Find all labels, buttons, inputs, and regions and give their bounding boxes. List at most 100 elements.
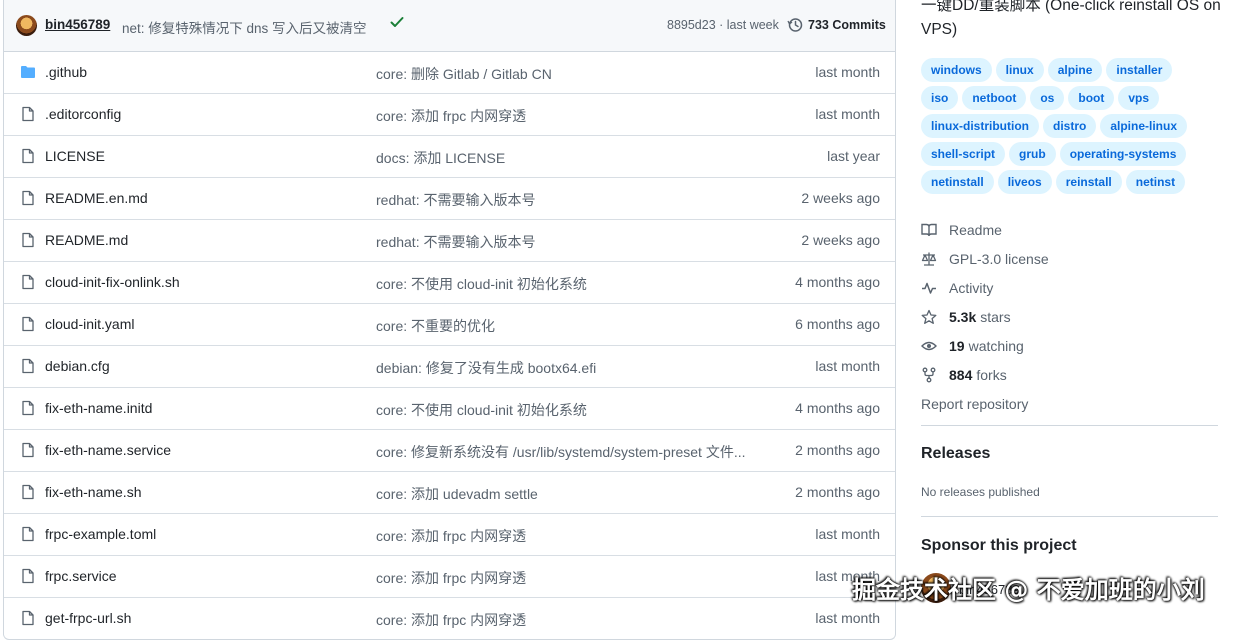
file-row[interactable]: README.md redhat: 不需要输入版本号 2 weeks ago bbox=[4, 220, 895, 262]
file-icon bbox=[22, 106, 34, 122]
topic-tag[interactable]: netinstall bbox=[921, 170, 994, 194]
latest-commit-bar: bin456789 net: 修复特殊情况下 dns 写入后又被清空 8895d… bbox=[4, 0, 895, 52]
topic-tag[interactable]: shell-script bbox=[921, 142, 1006, 166]
sponsor-heading: Sponsor this project bbox=[921, 537, 1077, 554]
check-icon[interactable] bbox=[389, 14, 405, 30]
file-row[interactable]: debian.cfg debian: 修复了没有生成 bootx64.efi las… bbox=[4, 346, 895, 388]
file-row[interactable]: .github core: 删除 Gitlab / Gitlab CN last m… bbox=[4, 52, 895, 94]
file-icon bbox=[22, 442, 34, 458]
file-commit-message-link[interactable]: core: 不使用 cloud-init 初始化系统 bbox=[376, 274, 587, 294]
file-commit-message-link[interactable]: docs: 添加 LICENSE bbox=[376, 148, 505, 168]
commit-message-link[interactable]: net: 修复特殊情况下 dns 写入后又被清空 bbox=[122, 17, 367, 37]
author-avatar[interactable] bbox=[16, 15, 37, 36]
file-icon bbox=[22, 148, 34, 164]
file-name-link[interactable]: fix-eth-name.sh bbox=[45, 484, 141, 500]
topic-tag[interactable]: netinst bbox=[1125, 170, 1186, 194]
file-row[interactable]: frpc.service core: 添加 frpc 内网穿透 last month bbox=[4, 556, 895, 598]
commit-author-link[interactable]: bin456789 bbox=[45, 17, 110, 32]
topic-tag[interactable]: reinstall bbox=[1055, 170, 1122, 194]
file-name-link[interactable]: LICENSE bbox=[45, 148, 105, 164]
file-row[interactable]: fix-eth-name.sh core: 添加 udevadm settle 2 … bbox=[4, 472, 895, 514]
file-name-link[interactable]: fix-eth-name.service bbox=[45, 442, 171, 458]
file-commit-message-link[interactable]: core: 删除 Gitlab / Gitlab CN bbox=[376, 64, 552, 84]
file-name-link[interactable]: README.en.md bbox=[45, 190, 148, 206]
releases-heading[interactable]: Releases bbox=[921, 445, 990, 463]
forks-link[interactable]: 884 forks bbox=[921, 360, 1049, 389]
topic-tag[interactable]: distro bbox=[1043, 114, 1097, 138]
eye-icon bbox=[921, 341, 937, 350]
topic-tag[interactable]: operating-systems bbox=[1059, 142, 1187, 166]
topic-tag[interactable]: linux-distribution bbox=[921, 114, 1039, 138]
file-commit-message-link[interactable]: redhat: 不需要输入版本号 bbox=[376, 190, 535, 210]
file-row[interactable]: README.en.md redhat: 不需要输入版本号 2 weeks ago bbox=[4, 178, 895, 220]
file-row[interactable]: frpc-example.toml core: 添加 frpc 内网穿透 last … bbox=[4, 514, 895, 556]
file-commit-message-link[interactable]: core: 添加 frpc 内网穿透 bbox=[376, 106, 526, 126]
file-commit-date: 4 months ago bbox=[795, 274, 880, 290]
forks-count: 884 bbox=[949, 366, 973, 383]
topic-tag[interactable]: os bbox=[1030, 86, 1065, 110]
file-row[interactable]: cloud-init-fix-onlink.sh core: 不使用 cloud-… bbox=[4, 262, 895, 304]
commits-count-link[interactable]: 733 Commits bbox=[808, 18, 886, 32]
file-commit-date: last year bbox=[827, 148, 880, 164]
file-name-link[interactable]: .editorconfig bbox=[45, 106, 121, 122]
file-commit-message-link[interactable]: core: 添加 frpc 内网穿透 bbox=[376, 568, 526, 588]
commit-hash-time[interactable]: 8895d23 · last week bbox=[667, 18, 779, 32]
topic-tag[interactable]: iso bbox=[921, 86, 959, 110]
file-row[interactable]: .editorconfig core: 添加 frpc 内网穿透 last mont… bbox=[4, 94, 895, 136]
topic-tag[interactable]: grub bbox=[1009, 142, 1056, 166]
file-row[interactable]: LICENSE docs: 添加 LICENSE last year bbox=[4, 136, 895, 178]
stars-link[interactable]: 5.3k stars bbox=[921, 302, 1049, 331]
file-browser: bin456789 net: 修复特殊情况下 dns 写入后又被清空 8895d… bbox=[3, 0, 896, 640]
topic-tag[interactable]: windows bbox=[921, 58, 992, 82]
repo-meta-list: Readme GPL-3.0 license Activity 5.3k sta… bbox=[921, 215, 1049, 418]
file-name-link[interactable]: get-frpc-url.sh bbox=[45, 610, 131, 626]
topic-tag[interactable]: liveos bbox=[997, 170, 1052, 194]
file-icon bbox=[22, 568, 34, 584]
file-row[interactable]: fix-eth-name.initd core: 不使用 cloud-init 初… bbox=[4, 388, 895, 430]
topic-tag[interactable]: installer bbox=[1106, 58, 1173, 82]
file-commit-message-link[interactable]: redhat: 不需要输入版本号 bbox=[376, 232, 535, 252]
file-commit-message-link[interactable]: core: 不使用 cloud-init 初始化系统 bbox=[376, 400, 587, 420]
file-name-link[interactable]: cloud-init-fix-onlink.sh bbox=[45, 274, 180, 290]
forks-label: forks bbox=[976, 366, 1007, 383]
report-repository-link[interactable]: Report repository bbox=[921, 389, 1049, 418]
topic-tag[interactable]: netboot bbox=[962, 86, 1027, 110]
file-commit-message-link[interactable]: core: 修复新系统没有 /usr/lib/systemd/system-pr… bbox=[376, 442, 746, 462]
file-icon bbox=[22, 484, 34, 500]
readme-link[interactable]: Readme bbox=[921, 215, 1049, 244]
file-commit-date: last month bbox=[815, 610, 880, 626]
stars-label: stars bbox=[980, 308, 1011, 325]
file-icon bbox=[22, 610, 34, 626]
file-name-link[interactable]: frpc.service bbox=[45, 568, 117, 584]
topic-tag[interactable]: alpine bbox=[1047, 58, 1103, 82]
watchers-link[interactable]: 19 watching bbox=[921, 331, 1049, 360]
file-icon bbox=[22, 358, 34, 374]
file-name-link[interactable]: .github bbox=[45, 64, 87, 80]
file-name-link[interactable]: debian.cfg bbox=[45, 358, 110, 374]
file-icon bbox=[22, 190, 34, 206]
file-row[interactable]: fix-eth-name.service core: 修复新系统没有 /usr/l… bbox=[4, 430, 895, 472]
file-name-link[interactable]: fix-eth-name.initd bbox=[45, 400, 152, 416]
stars-count: 5.3k bbox=[949, 308, 977, 325]
topic-tag[interactable]: boot bbox=[1068, 86, 1115, 110]
file-name-link[interactable]: frpc-example.toml bbox=[45, 526, 156, 542]
file-row[interactable]: get-frpc-url.sh core: 添加 frpc 内网穿透 last mo… bbox=[4, 598, 895, 639]
file-name-link[interactable]: README.md bbox=[45, 232, 128, 248]
activity-label: Activity bbox=[949, 279, 994, 296]
file-commit-message-link[interactable]: core: 添加 frpc 内网穿透 bbox=[376, 610, 526, 630]
activity-link[interactable]: Activity bbox=[921, 273, 1049, 302]
file-commit-date: 2 weeks ago bbox=[801, 232, 880, 248]
topic-tag[interactable]: linux bbox=[995, 58, 1044, 82]
divider bbox=[921, 516, 1218, 517]
license-link[interactable]: GPL-3.0 license bbox=[921, 244, 1049, 273]
topic-tag[interactable]: vps bbox=[1118, 86, 1160, 110]
pulse-icon bbox=[922, 282, 936, 294]
topic-tag[interactable]: alpine-linux bbox=[1100, 114, 1188, 138]
file-commit-message-link[interactable]: core: 不重要的优化 bbox=[376, 316, 495, 336]
file-row[interactable]: cloud-init.yaml core: 不重要的优化 6 months ago bbox=[4, 304, 895, 346]
file-commit-message-link[interactable]: core: 添加 udevadm settle bbox=[376, 484, 538, 504]
file-commit-message-link[interactable]: debian: 修复了没有生成 bootx64.efi bbox=[376, 358, 596, 378]
file-commit-message-link[interactable]: core: 添加 frpc 内网穿透 bbox=[376, 526, 526, 546]
folder-icon bbox=[21, 66, 35, 78]
file-name-link[interactable]: cloud-init.yaml bbox=[45, 316, 134, 332]
